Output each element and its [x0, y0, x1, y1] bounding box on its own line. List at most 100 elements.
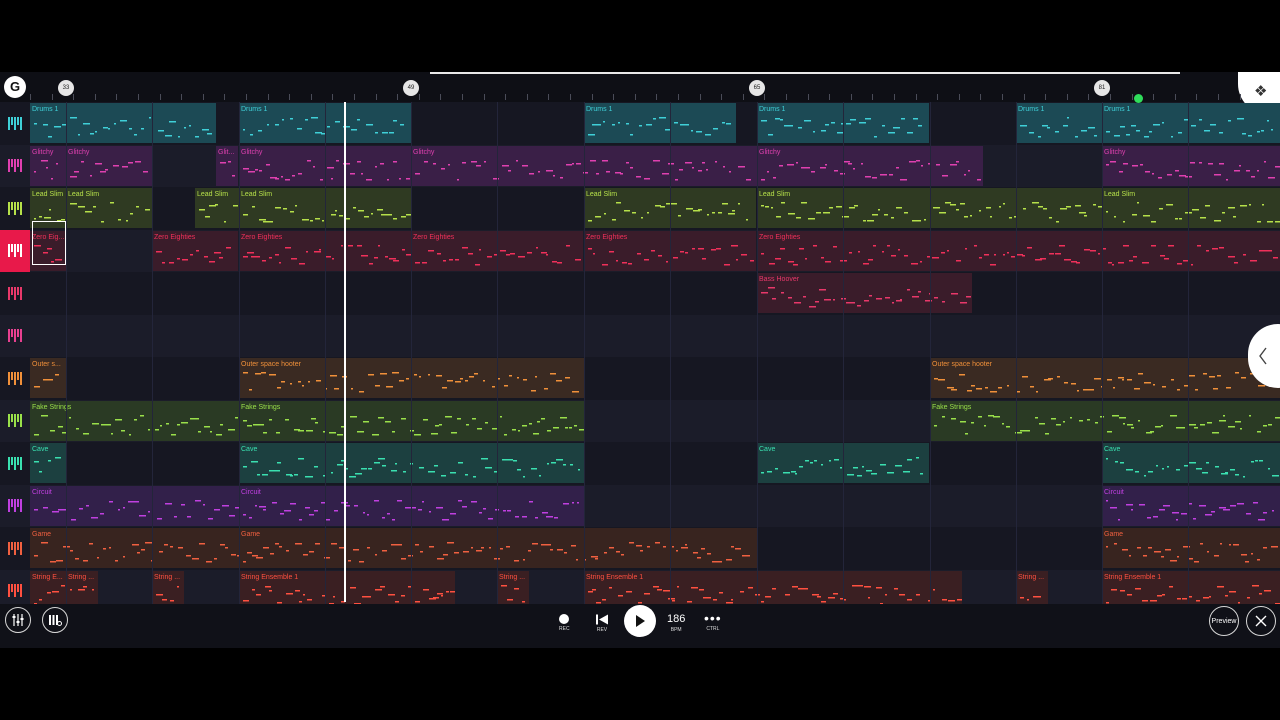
ruler-tick	[742, 94, 744, 100]
grid-line	[584, 102, 585, 604]
ruler-tick	[483, 94, 485, 100]
pattern-clip[interactable]: Glitchy	[30, 145, 66, 186]
ruler-tick	[267, 94, 269, 100]
pattern-clip[interactable]: Lead Slim	[66, 188, 152, 228]
timeline-ruler[interactable]: G 33 49 65 81 ❖	[0, 72, 1280, 114]
record-button[interactable]: REC	[559, 614, 570, 632]
track-instrument-button[interactable]	[0, 442, 30, 485]
pattern-clip[interactable]: Drums 1	[584, 103, 736, 143]
pattern-clip[interactable]: Circuit	[1102, 485, 1280, 526]
pattern-clip[interactable]: Game	[1102, 528, 1280, 568]
pattern-clip[interactable]: Glit...	[216, 145, 238, 186]
track-row[interactable]: Bass Hoover	[0, 272, 1280, 315]
piano-keys-icon	[8, 541, 22, 555]
ruler-tick	[526, 94, 528, 100]
track-area[interactable]: Drums 1 Drums 1 Drums 1 Drums 1 Drums 1 Drums…	[0, 102, 1280, 612]
pattern-clip[interactable]: Glitchy	[1102, 145, 1280, 186]
playhead[interactable]	[344, 102, 346, 602]
pattern-clip[interactable]: Fake Strings	[930, 400, 1280, 441]
pattern-clip[interactable]: Glitchy	[66, 145, 152, 186]
rewind-button[interactable]: REV	[595, 614, 609, 633]
ruler-tick	[721, 94, 723, 100]
pattern-clip[interactable]: Cave	[30, 443, 66, 483]
pattern-clip[interactable]: Drums 1	[1016, 103, 1102, 143]
track-row[interactable]: Game Game Game	[0, 527, 1280, 570]
close-button[interactable]	[1246, 606, 1276, 636]
pattern-clip[interactable]: Drums 1	[30, 103, 216, 143]
track-row[interactable]: Zero Eig... Zero Eighties Zero Eighties Zer…	[0, 229, 1280, 272]
bar-marker[interactable]: 49	[403, 80, 419, 96]
grid-line	[411, 102, 412, 604]
ruler-tick	[202, 94, 204, 100]
grid-line	[1102, 102, 1103, 604]
track-row[interactable]: Circuit Circuit Circuit	[0, 484, 1280, 528]
instrument-settings-icon[interactable]	[42, 607, 68, 633]
track-instrument-button[interactable]	[0, 357, 30, 400]
pattern-clip[interactable]: Glitchy	[757, 145, 983, 186]
ruler-tick	[1218, 94, 1219, 100]
grid-line	[670, 102, 671, 604]
track-row[interactable]: Cave Cave Cave Cave	[0, 442, 1280, 485]
ruler-tick	[915, 94, 917, 100]
scroll-indicator[interactable]	[430, 72, 1180, 74]
pattern-clip[interactable]: Drums 1	[1102, 103, 1280, 143]
track-row[interactable]: Glitchy Glitchy Glit... Glitchy Glitchy Glitc…	[0, 144, 1280, 188]
pattern-clip[interactable]: Bass Hoover	[757, 273, 972, 313]
grid-line	[843, 102, 844, 604]
track-instrument-button[interactable]	[0, 400, 30, 443]
ruler-tick	[1153, 94, 1155, 100]
pattern-clip[interactable]: Cave	[1102, 443, 1280, 483]
ruler-tick	[699, 94, 701, 100]
play-button[interactable]	[624, 605, 656, 637]
track-row[interactable]	[0, 314, 1280, 358]
clip-label: Lead Slim	[759, 191, 791, 198]
piano-keys-icon	[8, 244, 22, 258]
track-instrument-button[interactable]	[0, 272, 30, 315]
pattern-clip[interactable]: Lead Slim	[1102, 188, 1280, 228]
track-instrument-button[interactable]	[0, 187, 30, 230]
pattern-clip[interactable]: Outer s...	[30, 358, 66, 398]
track-instrument-button[interactable]	[0, 229, 30, 272]
ruler-tick	[613, 94, 615, 100]
clip-label: Game	[1104, 531, 1124, 538]
clip-label: Drums 1	[241, 106, 268, 113]
clip-label: Glitchy	[68, 148, 90, 156]
preview-button[interactable]: Preview	[1209, 606, 1239, 636]
bar-marker[interactable]: 33	[58, 80, 74, 96]
ruler-tick	[548, 94, 550, 100]
bar-marker[interactable]: 65	[749, 80, 765, 96]
track-row[interactable]: Lead Slim Lead Slim Lead Slim Lead Slim Lead…	[0, 187, 1280, 230]
ruler-tick	[310, 94, 312, 100]
mixer-icon[interactable]	[5, 607, 31, 633]
track-row[interactable]: Fake Strings Fake Strings Fake Strings	[0, 399, 1280, 443]
track-instrument-button[interactable]	[0, 315, 30, 358]
track-instrument-button[interactable]	[0, 485, 30, 528]
daw-window: G 33 49 65 81 ❖ Drums 1 Drums 1 Drums 1 Dru…	[0, 72, 1280, 648]
pattern-clip[interactable]: Outer space hooter	[930, 358, 1280, 398]
pattern-clip[interactable]: Lead Slim	[195, 188, 239, 228]
clip-label: String Ensemble 1	[241, 573, 299, 581]
track-instrument-button[interactable]	[0, 102, 30, 145]
track-instrument-button[interactable]	[0, 145, 30, 188]
ruler-tick	[1174, 94, 1176, 100]
ruler-tick	[850, 94, 852, 100]
track-row[interactable]: Outer s... Outer space hooter Outer space …	[0, 357, 1280, 400]
ruler-tick	[51, 94, 53, 100]
clip-label: Drums 1	[759, 106, 786, 113]
track-instrument-button[interactable]	[0, 527, 30, 570]
app-logo-icon[interactable]: G	[4, 76, 26, 98]
pattern-clip[interactable]: Zero Eighties	[757, 230, 1280, 271]
ruler-tick	[634, 94, 636, 100]
tempo-control[interactable]: 186 BPM	[667, 613, 685, 633]
clip-label: Outer space hooter	[241, 361, 301, 368]
control-menu-button[interactable]: ••• CTRL	[704, 611, 722, 632]
track-row[interactable]: Drums 1 Drums 1 Drums 1 Drums 1 Drums 1 Drums…	[0, 102, 1280, 145]
ruler-tick	[289, 94, 291, 100]
clip-label: String ...	[68, 573, 95, 581]
grid-line	[325, 102, 326, 604]
ruler-tick	[872, 94, 874, 100]
clip-label: Bass Hoover	[759, 276, 800, 283]
bar-marker[interactable]: 81	[1094, 80, 1110, 96]
clip-label: Game	[241, 531, 261, 538]
pattern-clip[interactable]: Zero Eighties	[152, 230, 238, 271]
